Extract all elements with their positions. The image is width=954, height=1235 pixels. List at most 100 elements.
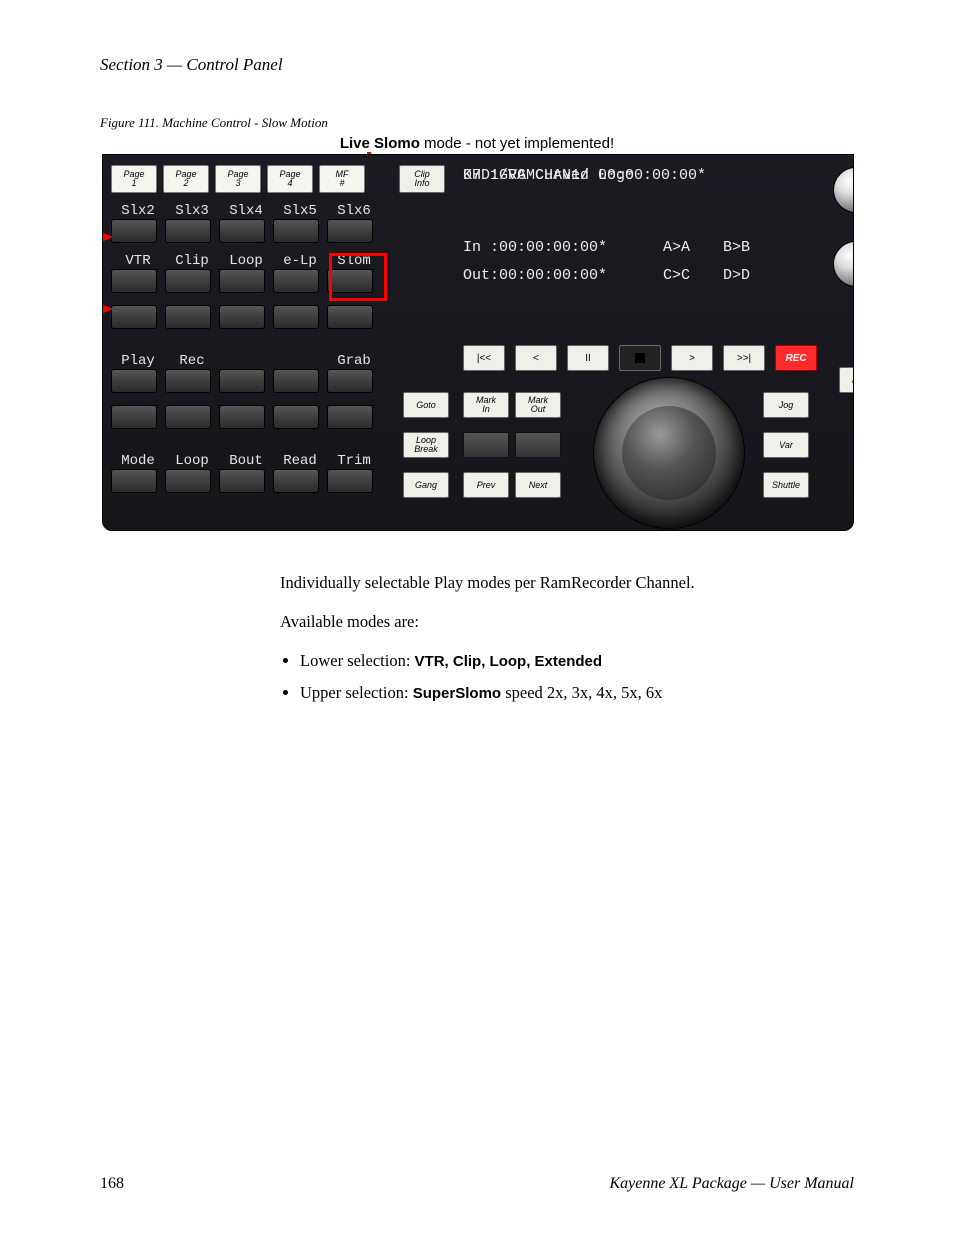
- modes-list: Lower selection: VTR, Clip, Loop, Extend…: [280, 649, 854, 707]
- markout-l2: Out: [531, 405, 546, 414]
- jog-wheel[interactable]: [593, 377, 745, 529]
- ffwd-button[interactable]: >>|: [723, 345, 765, 371]
- loop-button[interactable]: [219, 269, 265, 293]
- label-vtr: VTR: [111, 253, 165, 269]
- pause-button[interactable]: II: [567, 345, 609, 371]
- rec-label: REC: [785, 353, 806, 364]
- blank-row5-2[interactable]: [165, 405, 211, 429]
- blank-row5-5[interactable]: [327, 405, 373, 429]
- markout-button[interactable]: MarkOut: [515, 392, 561, 418]
- footer-title: Kayenne XL Package — User Manual: [609, 1175, 854, 1193]
- body-p2: Available modes are:: [280, 610, 854, 635]
- page-footer: 168 Kayenne XL Package — User Manual: [100, 1175, 854, 1193]
- playrec-labels: Play Rec Grab: [111, 353, 393, 369]
- stop-icon: ■: [635, 353, 645, 363]
- grab-button[interactable]: [327, 369, 373, 393]
- jog-button[interactable]: Jog: [763, 392, 809, 418]
- stepback-button[interactable]: <: [515, 345, 557, 371]
- status-line-2: 07 :GVG Curved Logo: [463, 167, 634, 184]
- page-3-l2: 3: [235, 179, 240, 188]
- record-button[interactable]: REC: [775, 345, 817, 371]
- blank-row3-2[interactable]: [165, 305, 211, 329]
- label-play: Play: [111, 353, 165, 369]
- label-slx3: Slx3: [165, 203, 219, 219]
- page-4-l2: 4: [287, 179, 292, 188]
- label-slx5: Slx5: [273, 203, 327, 219]
- clip-info-button[interactable]: ClipInfo: [399, 165, 445, 193]
- blank-row3-1[interactable]: [111, 305, 157, 329]
- stepfwd-icon: >: [689, 353, 695, 364]
- gang-button[interactable]: Gang: [403, 472, 449, 498]
- bottom-labels: Mode Loop Bout Read Trim: [111, 453, 393, 469]
- loopbreak-l2: Break: [414, 445, 438, 454]
- goto-button[interactable]: Goto: [403, 392, 449, 418]
- blank-row5-1[interactable]: [111, 405, 157, 429]
- next-button[interactable]: Next: [515, 472, 561, 498]
- stepfwd-button[interactable]: >: [671, 345, 713, 371]
- rewind-button[interactable]: |<<: [463, 345, 505, 371]
- page-2-l2: 2: [183, 179, 188, 188]
- trim-button[interactable]: [327, 469, 373, 493]
- slx2-button[interactable]: [111, 219, 157, 243]
- rec-button[interactable]: [165, 369, 211, 393]
- arrow-row2: [102, 303, 113, 315]
- blank-row5-4[interactable]: [273, 405, 319, 429]
- blank-row4-4[interactable]: [273, 369, 319, 393]
- play-button[interactable]: [111, 369, 157, 393]
- markout-gray[interactable]: [515, 432, 561, 458]
- mf-button[interactable]: MF#: [319, 165, 365, 193]
- blank-row5-3[interactable]: [219, 405, 265, 429]
- elp-button[interactable]: [273, 269, 319, 293]
- mf-l2: #: [339, 179, 344, 188]
- label-slx6: Slx6: [327, 203, 381, 219]
- body-p1: Individually selectable Play modes per R…: [280, 571, 854, 596]
- modes-li2: Upper selection: SuperSlomo speed 2x, 3x…: [300, 681, 854, 706]
- pause-icon: II: [585, 353, 591, 364]
- status-in: In :00:00:00:00*: [463, 239, 607, 256]
- annotation-rest: mode - not yet implemented!: [420, 135, 614, 152]
- knob-upper[interactable]: [833, 167, 854, 213]
- page-1-l2: 1: [131, 179, 136, 188]
- li2-bold: SuperSlomo: [413, 685, 501, 702]
- markin-gray[interactable]: [463, 432, 509, 458]
- slom-button[interactable]: [327, 269, 373, 293]
- label-clip: Clip: [165, 253, 219, 269]
- blank-row3-5[interactable]: [327, 305, 373, 329]
- arrow-row1: [102, 231, 113, 243]
- slx3-button[interactable]: [165, 219, 211, 243]
- slx6-button[interactable]: [327, 219, 373, 243]
- clip-button[interactable]: [165, 269, 211, 293]
- blank-row4-3[interactable]: [219, 369, 265, 393]
- label-blank-a: [219, 353, 273, 369]
- label-rec: Rec: [165, 353, 219, 369]
- loopbreak-button[interactable]: LoopBreak: [403, 432, 449, 458]
- label-trim: Trim: [327, 453, 381, 469]
- figure-annotation: Live Slomo mode - not yet implemented!: [100, 135, 854, 152]
- label-loop: Loop: [219, 253, 273, 269]
- mode-button[interactable]: [111, 469, 157, 493]
- page-3-button[interactable]: Page3: [215, 165, 261, 193]
- slx4-button[interactable]: [219, 219, 265, 243]
- stop-button[interactable]: ■: [619, 345, 661, 371]
- blank-row3-4[interactable]: [273, 305, 319, 329]
- transport-row: |<< < II ■ > >>| REC: [463, 345, 817, 371]
- loop2-button[interactable]: [165, 469, 211, 493]
- label-bout: Bout: [219, 453, 273, 469]
- read-button[interactable]: [273, 469, 319, 493]
- page-4-button[interactable]: Page4: [267, 165, 313, 193]
- load-button[interactable]: Load: [839, 367, 854, 393]
- page-1-button[interactable]: Page1: [111, 165, 157, 193]
- li2-rest: speed 2x, 3x, 4x, 5x, 6x: [501, 683, 662, 702]
- var-button[interactable]: Var: [763, 432, 809, 458]
- bout-button[interactable]: [219, 469, 265, 493]
- shuttle-button[interactable]: Shuttle: [763, 472, 809, 498]
- slx5-button[interactable]: [273, 219, 319, 243]
- li1-lead: Lower selection:: [300, 651, 415, 670]
- slx-labels: Slx2 Slx3 Slx4 Slx5 Slx6: [111, 203, 393, 219]
- vtr-button[interactable]: [111, 269, 157, 293]
- markin-button[interactable]: MarkIn: [463, 392, 509, 418]
- prev-button[interactable]: Prev: [463, 472, 509, 498]
- page-2-button[interactable]: Page2: [163, 165, 209, 193]
- knob-lower[interactable]: [833, 241, 854, 287]
- blank-row3-3[interactable]: [219, 305, 265, 329]
